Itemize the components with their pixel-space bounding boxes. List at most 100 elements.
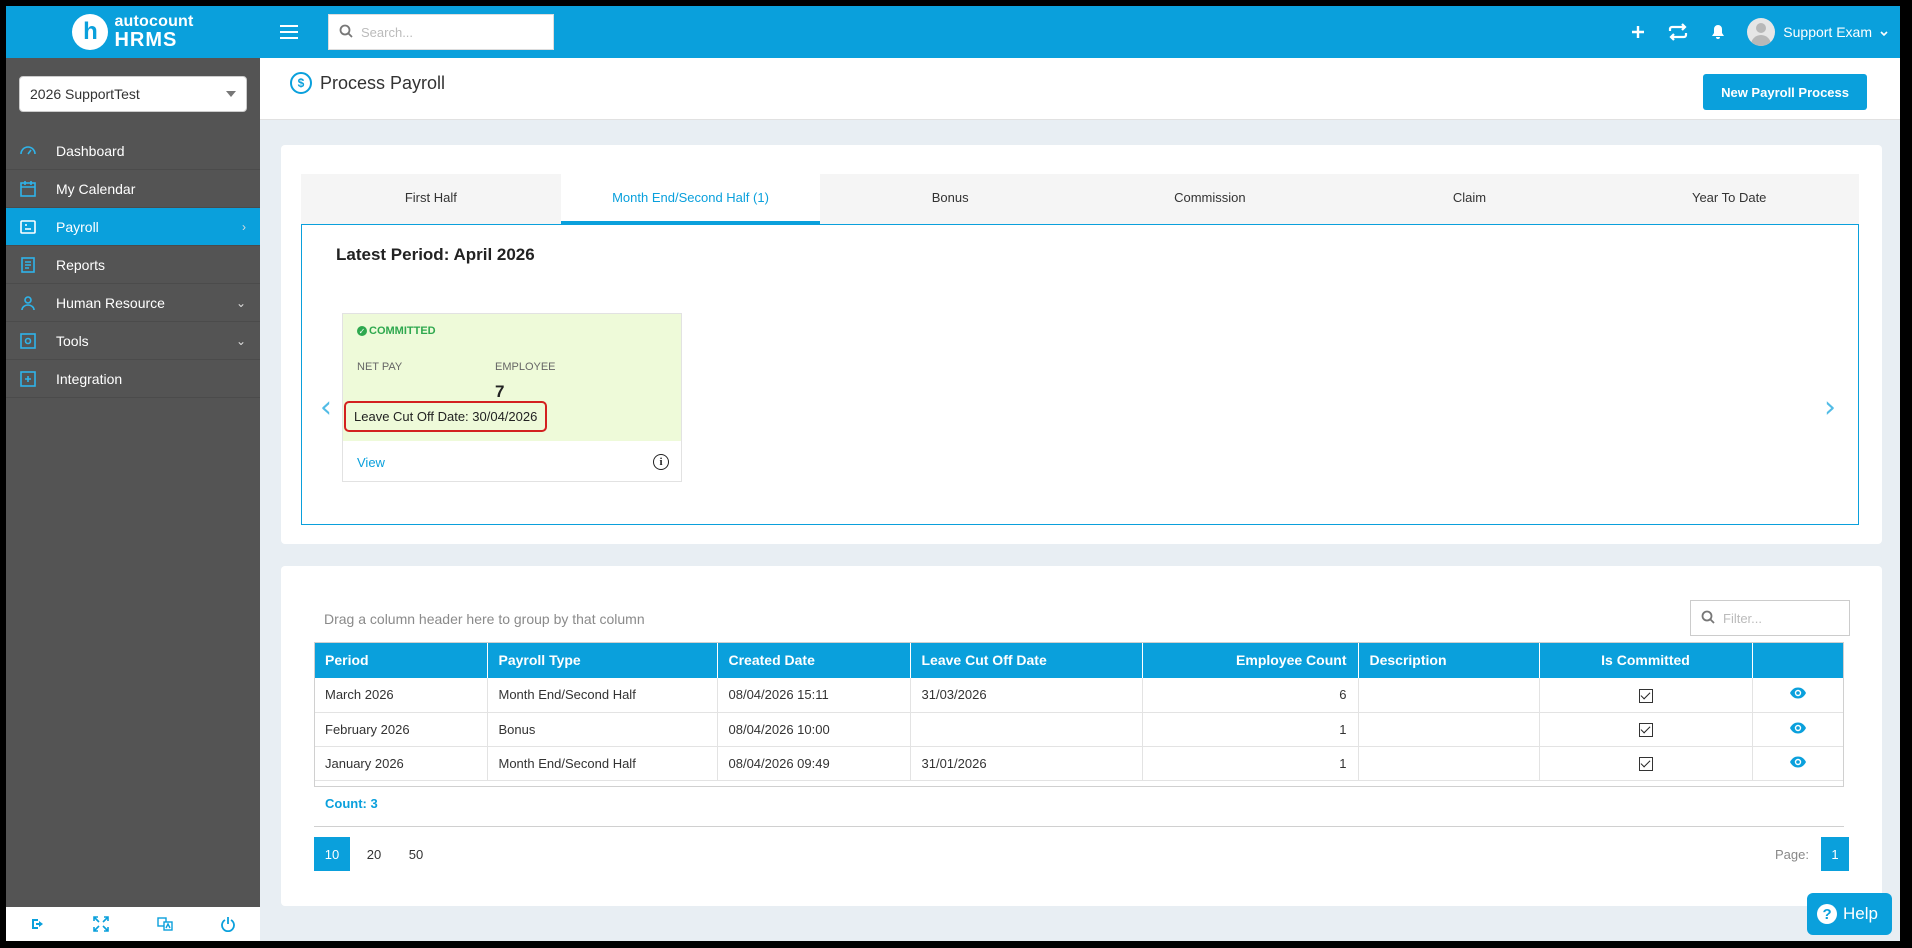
human-resource-icon xyxy=(18,293,38,313)
help-button[interactable]: ? Help xyxy=(1807,893,1892,935)
tab-bonus[interactable]: Bonus xyxy=(820,174,1080,224)
column-header-leave-cut-off-date[interactable]: Leave Cut Off Date xyxy=(910,642,1143,678)
sidebar-item-human-resource[interactable]: Human Resource ⌄ xyxy=(6,284,260,322)
page-size-50[interactable]: 50 xyxy=(398,837,434,871)
search-icon xyxy=(339,24,353,41)
sidebar-item-tools[interactable]: Tools ⌄ xyxy=(6,322,260,360)
tools-icon xyxy=(18,331,38,351)
page-label: Page: xyxy=(1775,846,1809,862)
chevron-down-icon: ⌄ xyxy=(235,333,246,348)
page-header: $ Process Payroll New Payroll Process xyxy=(260,58,1900,120)
reports-icon xyxy=(18,255,38,275)
cell-created-date: 08/04/2026 09:49 xyxy=(717,746,911,781)
logo-text-bottom: HRMS xyxy=(114,29,178,51)
status-badge: ✓ COMMITTED xyxy=(357,325,436,337)
period-summary-card: ✓ COMMITTED NET PAY EMPLOYEE 7 Leave Cut… xyxy=(342,313,682,482)
table-row[interactable]: February 2026 Bonus 08/04/2026 10:00 1 xyxy=(314,712,1844,747)
table-row[interactable]: January 2026 Month End/Second Half 08/04… xyxy=(314,746,1844,781)
group-by-hint[interactable]: Drag a column header here to group by th… xyxy=(324,611,645,627)
column-header-period[interactable]: Period xyxy=(314,642,488,678)
menu-toggle-icon[interactable] xyxy=(280,25,298,39)
dashboard-icon xyxy=(18,141,38,161)
sidebar-item-label: Payroll xyxy=(56,218,99,235)
pagination: Page: 1 xyxy=(1775,837,1849,871)
fullscreen-icon[interactable] xyxy=(92,915,110,933)
avatar xyxy=(1747,18,1776,46)
filter-input[interactable] xyxy=(1723,610,1843,626)
grid-footer-row: Count: 3 xyxy=(314,780,1844,827)
info-icon[interactable]: i xyxy=(653,454,669,470)
net-pay-label: NET PAY xyxy=(357,361,403,373)
sidebar-item-label: My Calendar xyxy=(56,180,136,197)
column-header-employee-count[interactable]: Employee Count xyxy=(1142,642,1359,678)
page-button-1[interactable]: 1 xyxy=(1821,837,1849,871)
tab-first-half[interactable]: First Half xyxy=(301,174,561,224)
logout-icon[interactable] xyxy=(29,915,47,933)
sidebar-item-label: Dashboard xyxy=(56,142,125,159)
search-box xyxy=(328,14,554,50)
cell-payroll-type: Month End/Second Half xyxy=(487,678,718,713)
cell-payroll-type: Month End/Second Half xyxy=(487,746,718,781)
eye-icon[interactable] xyxy=(1789,756,1807,768)
sidebar-item-my-calendar[interactable]: My Calendar xyxy=(6,170,260,208)
calendar-icon xyxy=(18,179,38,199)
cell-employee-count: 1 xyxy=(1142,712,1359,747)
cell-period: February 2026 xyxy=(314,712,488,747)
table-row[interactable]: March 2026 Month End/Second Half 08/04/2… xyxy=(314,678,1844,713)
payroll-icon xyxy=(18,217,38,237)
cell-payroll-type: Bonus xyxy=(487,712,718,747)
search-icon xyxy=(1701,610,1715,627)
column-header-payroll-type[interactable]: Payroll Type xyxy=(487,642,718,678)
tab-panel: Latest Period: April 2026 ‹ › ✓ COMMITTE… xyxy=(301,224,1859,525)
caret-down-icon xyxy=(226,91,236,97)
search-input[interactable] xyxy=(361,24,531,40)
sidebar-item-payroll[interactable]: Payroll › xyxy=(6,208,260,246)
cell-description xyxy=(1358,712,1540,747)
next-arrow-icon[interactable]: › xyxy=(1824,393,1836,423)
tab-commission[interactable]: Commission xyxy=(1080,174,1340,224)
column-header-description[interactable]: Description xyxy=(1358,642,1540,678)
page-size-20[interactable]: 20 xyxy=(356,837,392,871)
previous-arrow-icon[interactable]: ‹ xyxy=(320,393,332,423)
help-label: Help xyxy=(1843,904,1878,923)
tab-year-to-date[interactable]: Year To Date xyxy=(1599,174,1859,224)
logo[interactable]: h autocount HRMS xyxy=(72,14,193,50)
sidebar-item-label: Human Resource xyxy=(56,294,165,311)
grid-header-row: Period Payroll Type Created Date Leave C… xyxy=(314,642,1844,678)
user-menu[interactable]: Support Exam xyxy=(1747,18,1888,46)
column-header-actions xyxy=(1752,642,1844,678)
bell-icon[interactable] xyxy=(1711,24,1725,40)
brand-header: h autocount HRMS xyxy=(6,6,260,58)
company-select[interactable]: 2026 SupportTest xyxy=(19,76,247,112)
chevron-right-icon: › xyxy=(242,219,246,234)
employee-count-value: 7 xyxy=(495,382,505,401)
cell-description xyxy=(1358,746,1540,781)
sidebar-item-reports[interactable]: Reports xyxy=(6,246,260,284)
cell-leave-cut-off-date: 31/03/2026 xyxy=(910,678,1143,713)
sidebar-item-integration[interactable]: Integration xyxy=(6,360,260,398)
tab-month-end-second-half[interactable]: Month End/Second Half (1) xyxy=(560,174,821,224)
switch-icon[interactable] xyxy=(1667,23,1689,41)
filter-box xyxy=(1690,600,1850,636)
power-icon[interactable] xyxy=(219,915,237,933)
cell-leave-cut-off-date: 31/01/2026 xyxy=(910,746,1143,781)
view-link[interactable]: View xyxy=(357,455,385,470)
cell-created-date: 08/04/2026 10:00 xyxy=(717,712,911,747)
cell-created-date: 08/04/2026 15:11 xyxy=(717,678,911,713)
committed-checkbox xyxy=(1638,722,1653,737)
status-text: COMMITTED xyxy=(369,325,436,337)
leave-cut-off-date: Leave Cut Off Date: 30/04/2026 xyxy=(344,401,548,432)
cell-period: January 2026 xyxy=(314,746,488,781)
sidebar-item-dashboard[interactable]: Dashboard xyxy=(6,132,260,170)
page-size-10[interactable]: 10 xyxy=(314,837,350,871)
eye-icon[interactable] xyxy=(1789,722,1807,734)
language-icon[interactable] xyxy=(156,915,174,933)
cell-period: March 2026 xyxy=(314,678,488,713)
column-header-is-committed[interactable]: Is Committed xyxy=(1539,642,1753,678)
add-icon[interactable] xyxy=(1631,25,1645,39)
tab-claim[interactable]: Claim xyxy=(1340,174,1600,224)
column-header-created-date[interactable]: Created Date xyxy=(717,642,911,678)
app-window: h autocount HRMS 2026 SupportTest Dashbo… xyxy=(6,6,1900,941)
eye-icon[interactable] xyxy=(1789,687,1807,699)
new-payroll-process-button[interactable]: New Payroll Process xyxy=(1703,74,1867,110)
